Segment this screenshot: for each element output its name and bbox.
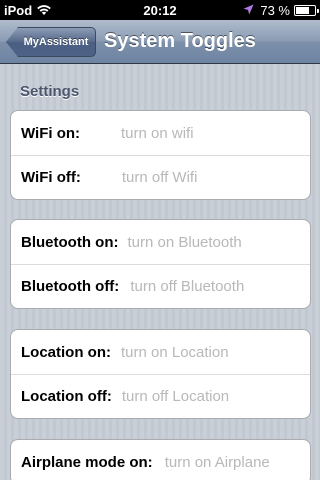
airplane-on-row[interactable]: Airplane mode on: turn on Airplane <box>11 440 310 480</box>
row-value: turn on Airplane <box>164 453 270 471</box>
wifi-group: WiFi on: turn on wifi WiFi off: turn off… <box>10 110 311 200</box>
battery-icon <box>294 5 319 16</box>
status-bar: iPod 20:12 73 % <box>0 0 320 20</box>
navigation-bar: MyAssistant System Toggles <box>0 20 320 64</box>
location-on-row[interactable]: Location on: turn on Location <box>11 330 310 374</box>
row-label: Location off: <box>21 388 112 405</box>
location-group: Location on: turn on Location Location o… <box>10 329 311 419</box>
airplane-group: Airplane mode on: turn on Airplane <box>10 439 311 480</box>
row-value: turn on Bluetooth <box>127 233 242 251</box>
bluetooth-on-row[interactable]: Bluetooth on: turn on Bluetooth <box>11 220 310 264</box>
row-label: Location on: <box>21 343 111 361</box>
location-off-row[interactable]: Location off: turn off Location <box>11 374 310 418</box>
location-arrow-icon <box>243 3 254 18</box>
wifi-off-row[interactable]: WiFi off: turn off Wifi <box>11 155 310 199</box>
battery-percent: 73 % <box>260 3 290 18</box>
row-value: turn off Bluetooth <box>130 278 245 295</box>
page-title: System Toggles <box>104 30 256 52</box>
battery-fill <box>296 7 309 14</box>
back-button[interactable]: MyAssistant <box>6 27 96 57</box>
bluetooth-off-row[interactable]: Bluetooth off: turn off Bluetooth <box>11 264 310 308</box>
row-label: Bluetooth on: <box>21 233 119 251</box>
row-label: Airplane mode on: <box>21 453 153 471</box>
row-value: turn on wifi <box>121 124 194 142</box>
bluetooth-group: Bluetooth on: turn on Bluetooth Bluetoot… <box>10 219 311 309</box>
row-label: Bluetooth off: <box>21 278 120 295</box>
row-value: turn off Wifi <box>121 169 198 186</box>
row-value: turn on Location <box>121 343 229 361</box>
row-label: WiFi off: <box>21 169 81 186</box>
wifi-on-row[interactable]: WiFi on: turn on wifi <box>11 111 310 155</box>
row-value: turn off Location <box>121 388 230 405</box>
row-label: WiFi on: <box>21 124 81 142</box>
section-header-settings: Settings <box>20 83 80 100</box>
